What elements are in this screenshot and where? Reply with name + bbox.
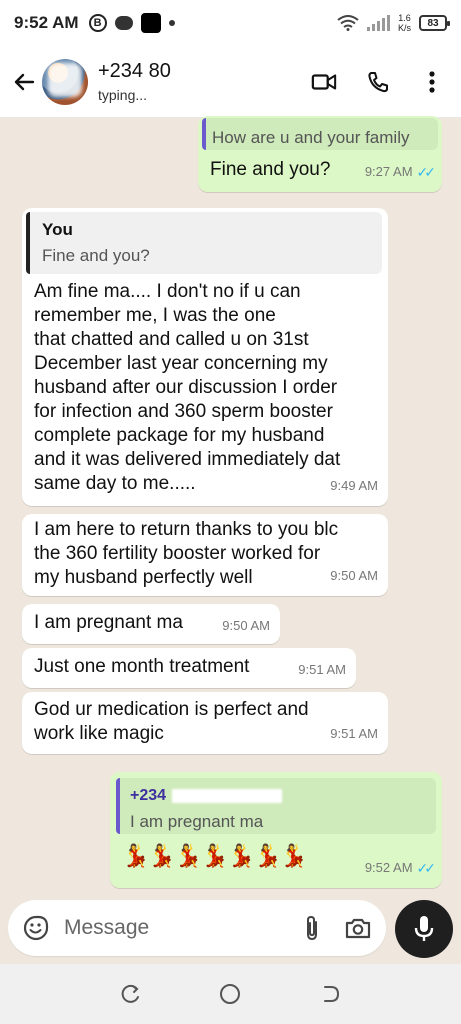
chat-notification-icon bbox=[114, 16, 133, 30]
b-badge-icon: B bbox=[88, 14, 107, 32]
message-time: 9:51 AM bbox=[298, 662, 346, 677]
home-icon[interactable] bbox=[217, 981, 243, 1007]
more-notifications-icon bbox=[168, 20, 175, 26]
status-time: 9:52 AM bbox=[14, 13, 79, 32]
system-nav-bar bbox=[0, 964, 461, 1024]
app-notification-icon bbox=[140, 13, 161, 33]
attach-icon[interactable] bbox=[298, 914, 326, 942]
quoted-message[interactable]: +234 I am pregnant ma bbox=[116, 778, 436, 834]
contact-status: typing... bbox=[98, 87, 148, 103]
message-line: and it was delivered immediately dat bbox=[34, 449, 341, 470]
message-bubble-incoming[interactable]: I am pregnant ma 9:50 AM bbox=[22, 604, 280, 644]
read-ticks-icon: ✓✓ bbox=[416, 164, 437, 180]
message-meta: 9:49 AM bbox=[330, 474, 378, 498]
signal-icon bbox=[366, 15, 390, 31]
message-meta: 9:51 AM bbox=[330, 722, 378, 746]
message-line: work like magic bbox=[34, 723, 164, 744]
net-speed-unit: K/s bbox=[397, 23, 411, 33]
message-line: Am fine ma.... I don't no if u can bbox=[34, 281, 301, 302]
status-bar: 9:52 AM B 1.6 K/s 83 bbox=[0, 0, 461, 46]
quoted-message[interactable]: How are u and your family bbox=[202, 118, 438, 150]
message-line: same day to me..... bbox=[34, 473, 196, 494]
message-meta: 9:27 AM ✓✓ bbox=[364, 160, 437, 184]
message-time: 9:52 AM bbox=[364, 860, 413, 875]
message-bubble-incoming[interactable]: You Fine and you? Am fine ma.... I don't… bbox=[22, 208, 388, 506]
message-bubble-incoming[interactable]: God ur medication is perfect and work li… bbox=[22, 692, 388, 754]
net-speed-value: 1.6 bbox=[398, 13, 411, 23]
quoted-message[interactable]: You Fine and you? bbox=[26, 212, 382, 274]
message-line: I am here to return thanks to you blc bbox=[34, 519, 339, 540]
message-text: I am here to return thanks to you blc th… bbox=[34, 518, 338, 590]
message-time: 9:51 AM bbox=[330, 726, 378, 741]
back-arrow-icon[interactable] bbox=[10, 68, 38, 96]
message-meta: 9:50 AM bbox=[222, 614, 270, 638]
battery-icon: 83 bbox=[419, 15, 450, 31]
quoted-text: How are u and your family bbox=[212, 128, 410, 147]
message-bubble-incoming[interactable]: Just one month treatment 9:51 AM bbox=[22, 648, 356, 688]
quoted-text: Fine and you? bbox=[42, 246, 150, 265]
quote-author: +234 bbox=[130, 784, 426, 808]
wifi-icon bbox=[337, 15, 359, 31]
message-text: Am fine ma.... I don't no if u can remem… bbox=[34, 280, 340, 496]
message-placeholder[interactable]: Message bbox=[64, 916, 280, 940]
message-bubble-incoming[interactable]: I am here to return thanks to you blc th… bbox=[22, 514, 388, 596]
emoji-sticker-icon[interactable] bbox=[22, 914, 50, 942]
message-line: husband after our discussion I order bbox=[34, 377, 338, 398]
video-call-icon[interactable] bbox=[311, 69, 337, 95]
message-line: the 360 fertility booster worked for bbox=[34, 543, 321, 564]
more-options-icon[interactable] bbox=[419, 69, 445, 95]
read-ticks-icon: ✓✓ bbox=[416, 860, 437, 876]
message-line: December last year concerning my bbox=[34, 353, 328, 374]
microphone-icon bbox=[414, 916, 434, 941]
message-text: I am pregnant ma bbox=[34, 612, 183, 633]
message-time: 9:50 AM bbox=[330, 568, 378, 583]
contact-info[interactable]: +234 80 typing... bbox=[98, 60, 311, 103]
message-meta: 9:52 AM ✓✓ bbox=[364, 856, 437, 880]
net-speed: 1.6 K/s bbox=[398, 13, 411, 33]
message-text: Fine and you? bbox=[210, 159, 331, 180]
header-actions bbox=[311, 69, 445, 95]
message-bubble-outgoing[interactable]: How are u and your family Fine and you? … bbox=[198, 116, 442, 192]
quote-author: You bbox=[42, 220, 73, 239]
message-line: my husband perfectly well bbox=[34, 567, 253, 588]
chat-header: +234 80 typing... bbox=[0, 46, 461, 118]
voice-message-button[interactable] bbox=[395, 900, 453, 958]
message-line: God ur medication is perfect and bbox=[34, 699, 309, 720]
message-input-field[interactable]: Message bbox=[8, 900, 386, 956]
message-time: 9:49 AM bbox=[330, 478, 378, 493]
contact-name: +234 80 bbox=[98, 60, 311, 83]
message-meta: 9:50 AM bbox=[330, 564, 378, 588]
phone-call-icon[interactable] bbox=[365, 69, 391, 95]
back-nav-icon[interactable] bbox=[318, 981, 344, 1007]
message-time: 9:27 AM bbox=[364, 164, 413, 179]
message-line: remember me, I was the one bbox=[34, 305, 276, 326]
input-bar: Message bbox=[0, 900, 461, 962]
emoji-message: 💃💃💃💃💃💃💃 bbox=[122, 843, 308, 868]
quoted-text: I am pregnant ma bbox=[130, 812, 264, 831]
message-meta: 9:51 AM bbox=[298, 658, 346, 682]
message-time: 9:50 AM bbox=[222, 618, 270, 633]
status-right: 1.6 K/s 83 bbox=[337, 13, 450, 33]
chat-area[interactable]: How are u and your family Fine and you? … bbox=[0, 116, 461, 900]
message-bubble-outgoing[interactable]: +234 I am pregnant ma 💃💃💃💃💃💃💃 9:52 AM ✓✓ bbox=[110, 772, 442, 888]
message-line: that chatted and called u on 31st bbox=[34, 329, 309, 350]
message-line: for infection and 360 sperm booster bbox=[34, 401, 333, 422]
camera-icon[interactable] bbox=[344, 914, 372, 942]
avatar[interactable] bbox=[42, 58, 88, 105]
message-line: complete package for my husband bbox=[34, 425, 325, 446]
message-text: Just one month treatment bbox=[34, 656, 250, 677]
recent-apps-icon[interactable] bbox=[117, 981, 143, 1007]
message-text: God ur medication is perfect and work li… bbox=[34, 698, 309, 746]
